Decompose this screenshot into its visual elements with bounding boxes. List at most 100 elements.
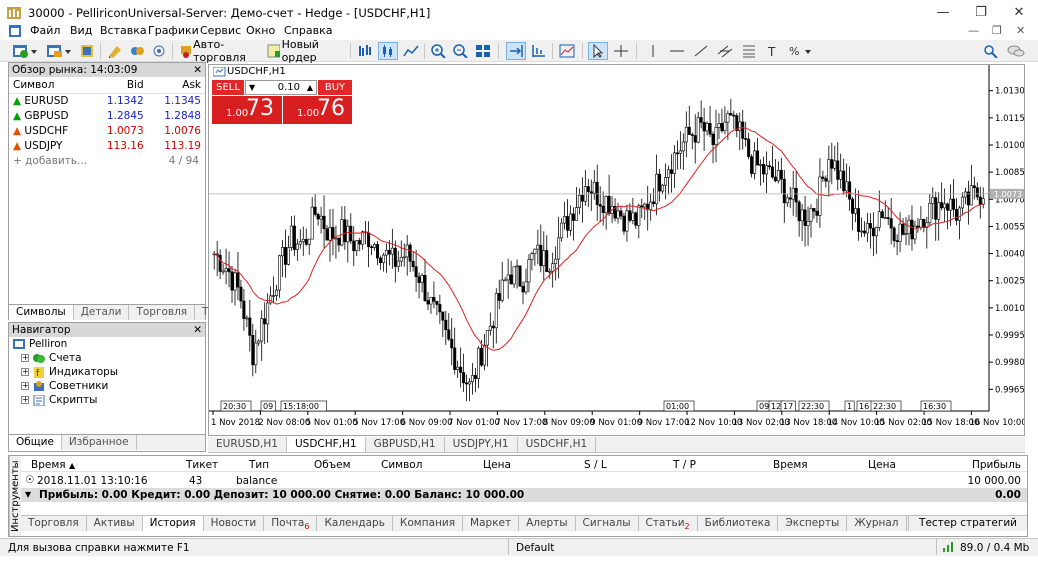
market-watch-row[interactable]: ▲ USDJPY 113.16 113.19 — [9, 139, 205, 154]
candle-chart-button[interactable] — [378, 42, 398, 60]
mdi-close-button[interactable]: ✕ — [1016, 24, 1025, 37]
strategy-tester-tab[interactable]: Тестер стратегий — [908, 516, 1027, 531]
col-ask[interactable]: Ask — [147, 77, 205, 94]
market-watch-row[interactable]: ▲ EURUSD 1.1342 1.1345 — [9, 94, 205, 109]
menu-window[interactable]: Окно — [246, 24, 275, 37]
history-row[interactable]: ☉ 2018.11.01 13:10:16 43 balance 10 000.… — [21, 474, 1027, 488]
bar-chart-button[interactable] — [356, 42, 374, 60]
market-watch-row[interactable]: ▲ USDCHF 1.0073 1.0076 — [9, 124, 205, 139]
col-profit[interactable]: Прибыль — [972, 459, 1021, 471]
menu-view[interactable]: Вид — [70, 24, 92, 37]
col-bid[interactable]: Bid — [90, 77, 148, 94]
col-type[interactable]: Тип — [249, 459, 269, 471]
menu-file[interactable]: Файл — [30, 24, 60, 37]
menu-help[interactable]: Справка — [284, 24, 332, 37]
lot-size-value[interactable]: 0.10 — [278, 81, 300, 94]
tab-details[interactable]: Детали — [74, 305, 130, 320]
col-ticket[interactable]: Тикет — [186, 459, 218, 471]
menu-tools[interactable]: Сервис — [200, 24, 241, 37]
zoom-in-button[interactable] — [430, 42, 448, 60]
buy-button[interactable]: 1.00 76 — [283, 96, 352, 124]
search-button[interactable] — [982, 42, 1000, 60]
add-symbol-row[interactable]: + добавить... 4 / 94 — [13, 155, 201, 167]
profiles-button[interactable] — [44, 42, 74, 60]
autotrade-button[interactable]: Авто-торговля — [178, 38, 262, 64]
tab-news[interactable]: Новости — [204, 516, 265, 531]
col-close-time[interactable]: Время — [773, 459, 808, 471]
tab-trading[interactable]: Торговля — [129, 305, 196, 320]
doc-icon[interactable] — [8, 24, 22, 38]
tile-windows-button[interactable] — [474, 42, 492, 60]
trendline-button[interactable] — [692, 42, 710, 60]
mdi-minimize-button[interactable]: — — [968, 24, 979, 37]
templates-button[interactable] — [78, 42, 96, 60]
col-symbol[interactable]: Символ — [381, 459, 422, 471]
tab-mail[interactable]: Почта6 — [264, 516, 318, 531]
chart-tab[interactable]: GBPUSD,H1 — [366, 437, 445, 452]
zoom-out-button[interactable] — [452, 42, 470, 60]
tab-symbols[interactable]: Символы — [9, 305, 74, 320]
collapse-icon[interactable]: ▼ — [25, 488, 31, 502]
chat-button[interactable] — [1006, 42, 1026, 60]
sell-label[interactable]: SELL — [212, 80, 244, 95]
add-symbol-link[interactable]: + добавить... — [13, 155, 87, 167]
close-icon[interactable]: ✕ — [193, 63, 202, 77]
horizontal-line-button[interactable] — [668, 42, 686, 60]
menu-insert[interactable]: Вставка — [100, 24, 147, 37]
buy-label[interactable]: BUY — [318, 80, 352, 95]
col-time[interactable]: Время — [31, 459, 66, 471]
lot-increase-icon[interactable]: ▲ — [307, 81, 313, 94]
tab-articles[interactable]: Статьи2 — [639, 516, 698, 531]
tab-history[interactable]: История — [142, 516, 204, 531]
text-tool-button[interactable]: T — [764, 42, 782, 60]
new-chart-button[interactable] — [10, 42, 40, 60]
status-profile[interactable]: Default — [516, 542, 554, 554]
tree-item-scripts[interactable]: + Скрипты — [13, 393, 205, 407]
col-tp[interactable]: T / P — [673, 459, 696, 471]
signals-button[interactable] — [150, 42, 168, 60]
navigator-toggle-button[interactable] — [128, 42, 146, 60]
fibonacci-button[interactable] — [740, 42, 758, 60]
tree-item-accounts[interactable]: + Счета — [13, 351, 205, 365]
indicators-button[interactable] — [558, 42, 576, 60]
tab-library[interactable]: Библиотека — [698, 516, 779, 531]
col-close-price[interactable]: Цена — [868, 459, 896, 471]
cursor-button[interactable] — [588, 42, 608, 60]
equidistant-channel-button[interactable] — [716, 42, 734, 60]
tab-assets[interactable]: Активы — [87, 516, 143, 531]
tab-favorites[interactable]: Избранное — [62, 435, 137, 450]
mdi-restore-button[interactable]: ❐ — [992, 24, 1002, 37]
chart-tab[interactable]: USDJPY,H1 — [445, 437, 518, 452]
close-icon[interactable]: ✕ — [193, 323, 202, 337]
shapes-dropdown-button[interactable]: % — [786, 42, 816, 60]
tab-market[interactable]: Маркет — [463, 516, 520, 531]
tab-experts[interactable]: Эксперты — [778, 516, 848, 531]
expand-icon[interactable]: + — [21, 382, 29, 390]
expand-icon[interactable]: + — [21, 368, 29, 376]
line-chart-button[interactable] — [402, 42, 420, 60]
chart-shift-button[interactable] — [530, 42, 548, 60]
col-sl[interactable]: S / L — [584, 459, 607, 471]
col-volume[interactable]: Объем — [314, 459, 351, 471]
vertical-line-button[interactable] — [644, 42, 662, 60]
chart-tab-active[interactable]: USDCHF,H1 — [286, 437, 366, 452]
crosshair-button[interactable] — [612, 42, 630, 60]
menu-charts[interactable]: Графики — [148, 24, 199, 37]
tab-calendar[interactable]: Календарь — [317, 516, 393, 531]
tab-common[interactable]: Общие — [9, 435, 62, 450]
tab-alerts[interactable]: Алерты — [519, 516, 576, 531]
expand-icon[interactable]: + — [21, 354, 29, 362]
sell-button[interactable]: 1.00 73 — [212, 96, 282, 124]
col-price[interactable]: Цена — [483, 459, 511, 471]
lot-decrease-icon[interactable]: ▼ — [249, 81, 255, 94]
autoscroll-button[interactable] — [506, 42, 526, 60]
tab-journal[interactable]: Журнал — [847, 516, 907, 531]
expand-icon[interactable]: + — [21, 396, 29, 404]
tab-trade[interactable]: Торговля — [21, 516, 87, 531]
market-watch-row[interactable]: ▲ GBPUSD 1.2845 1.2848 — [9, 109, 205, 124]
tree-item-indicators[interactable]: + f Индикаторы — [13, 365, 205, 379]
chart-tab[interactable]: USDCHF,H1 — [518, 437, 597, 452]
tab-company[interactable]: Компания — [393, 516, 464, 531]
metaeditor-button[interactable] — [106, 42, 124, 60]
tree-item-experts[interactable]: + Советники — [13, 379, 205, 393]
